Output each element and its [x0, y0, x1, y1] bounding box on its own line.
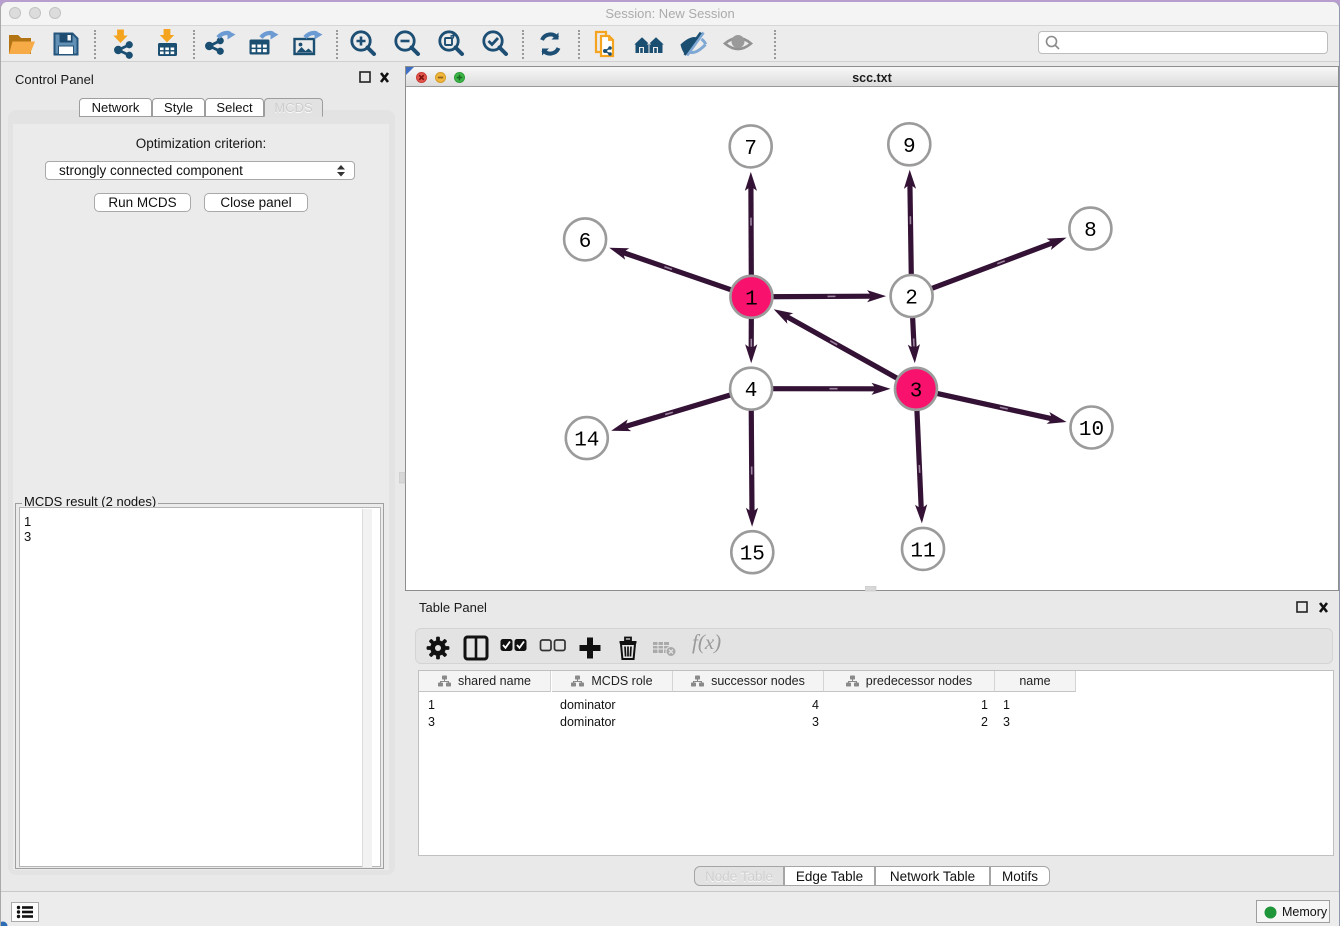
svg-text:7: 7 [744, 138, 757, 161]
svg-text:9: 9 [903, 136, 916, 159]
svg-text:4: 4 [745, 380, 758, 403]
svg-text:3: 3 [910, 380, 923, 403]
svg-text:8: 8 [1084, 220, 1097, 243]
svg-text:11: 11 [910, 540, 935, 563]
svg-text:2: 2 [905, 288, 918, 311]
svg-text:15: 15 [740, 544, 765, 567]
svg-text:6: 6 [579, 231, 592, 254]
svg-text:1: 1 [745, 288, 758, 311]
svg-text:14: 14 [574, 430, 599, 453]
svg-text:10: 10 [1079, 419, 1104, 442]
